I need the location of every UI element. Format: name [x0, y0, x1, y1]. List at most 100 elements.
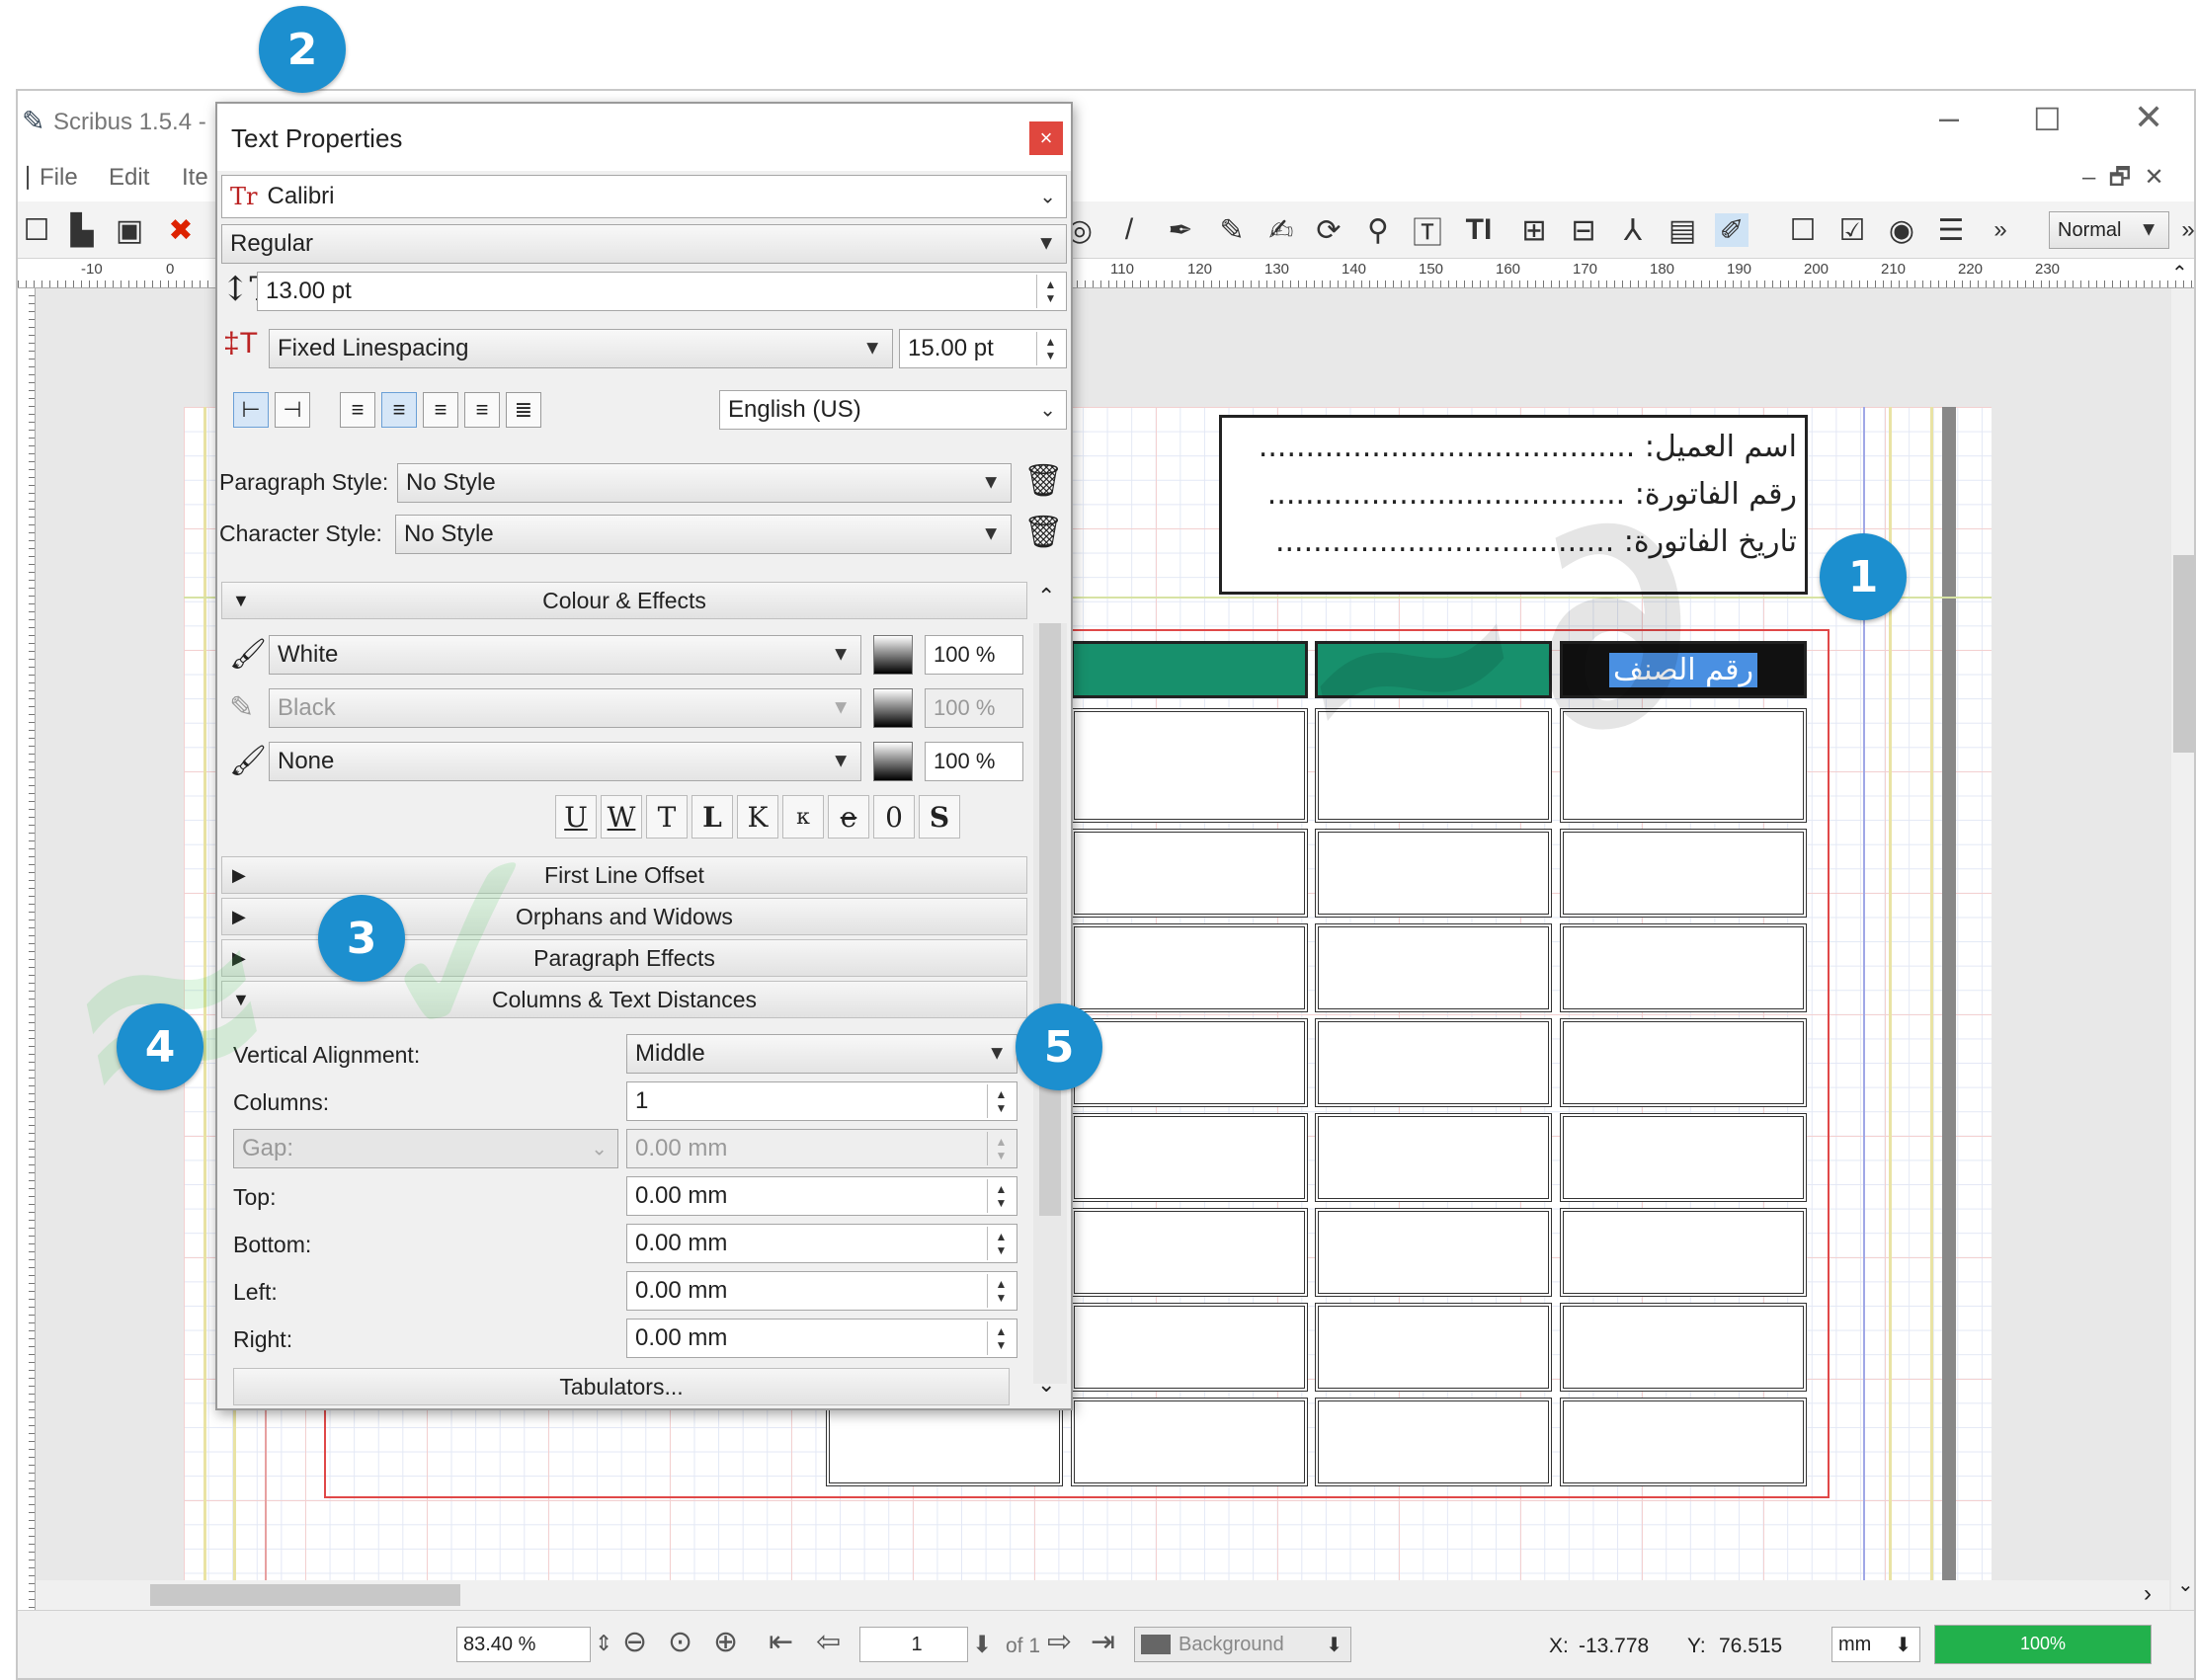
- palette-close-button[interactable]: ×: [1029, 121, 1063, 155]
- edit-contents-icon[interactable]: 🅃: [1411, 213, 1444, 250]
- table-cell[interactable]: [1560, 923, 1807, 1012]
- superscript-icon[interactable]: L: [691, 795, 733, 839]
- trash-icon[interactable]: 🗑: [1023, 461, 1064, 499]
- table-cell[interactable]: [1560, 1208, 1807, 1297]
- table-header-cell[interactable]: [1071, 641, 1308, 698]
- pdf-checkbox-icon[interactable]: ☑: [1835, 213, 1869, 247]
- copy-properties-icon[interactable]: ▤: [1666, 213, 1699, 247]
- customer-info-box[interactable]: اسم العميل: ............................…: [1219, 415, 1808, 595]
- page-dropdown-icon[interactable]: ⬇: [972, 1631, 992, 1659]
- linespacing-value-field[interactable]: 15.00 pt ▲ ▼: [899, 329, 1067, 368]
- fill-shade-field[interactable]: 100 %: [925, 635, 1023, 675]
- tabulators-button[interactable]: Tabulators...: [233, 1368, 1010, 1405]
- table-cell[interactable]: [1315, 1398, 1552, 1486]
- columns-spinner[interactable]: ▲ ▼: [987, 1084, 1015, 1118]
- text-direction-ltr-icon[interactable]: ⊢: [233, 392, 269, 428]
- palette-scroll-thumb[interactable]: [1039, 623, 1061, 1216]
- align-block-icon[interactable]: ≡: [464, 392, 500, 428]
- line-icon[interactable]: /: [1112, 213, 1146, 247]
- mode-select[interactable]: Normal ▼: [2049, 211, 2169, 249]
- text-direction-rtl-icon[interactable]: ⊣: [275, 392, 310, 428]
- scroll-down-icon[interactable]: ⌄: [2177, 1572, 2194, 1597]
- font-family-select[interactable]: Tr Calibri ⌄: [221, 175, 1067, 218]
- table-cell[interactable]: [1071, 923, 1308, 1012]
- menu-file[interactable]: File: [40, 164, 78, 192]
- underline-icon[interactable]: U: [555, 795, 597, 839]
- table-cell[interactable]: [1315, 708, 1552, 823]
- save-icon[interactable]: ▣: [113, 213, 146, 247]
- right-distance-field[interactable]: 0.00 mm ▲ ▼: [626, 1319, 1017, 1358]
- scroll-down-icon[interactable]: ⌄: [1037, 1372, 1055, 1398]
- calligraphic-icon[interactable]: ✍: [1264, 213, 1298, 247]
- align-forced-icon[interactable]: ≣: [506, 392, 541, 428]
- paragraph-style-select[interactable]: No Style ▼: [397, 463, 1012, 503]
- scroll-thumb[interactable]: [2173, 555, 2194, 753]
- edit-text-icon[interactable]: TI: [1462, 213, 1496, 247]
- bezier-icon[interactable]: ✒: [1164, 213, 1197, 247]
- bottom-distance-field[interactable]: 0.00 mm ▲ ▼: [626, 1224, 1017, 1263]
- more-tools-icon[interactable]: »: [1984, 213, 2017, 247]
- table-cell[interactable]: [1315, 1303, 1552, 1392]
- small-caps-icon[interactable]: κ: [782, 795, 824, 839]
- scroll-up-icon[interactable]: ⌃: [1037, 584, 1055, 609]
- mdi-controls[interactable]: – 🗗 ✕: [2082, 160, 2164, 200]
- table-cell[interactable]: [1315, 923, 1552, 1012]
- link-frames-icon[interactable]: ⊞: [1517, 213, 1551, 247]
- table-cell[interactable]: [1071, 1398, 1308, 1486]
- table-cell[interactable]: [1071, 1303, 1308, 1392]
- selected-header-cell[interactable]: رقم الصنف: [1560, 641, 1807, 698]
- section-colour-effects[interactable]: ▼ Colour & Effects: [221, 582, 1027, 619]
- section-first-line-offset[interactable]: ▶ First Line Offset: [221, 856, 1027, 894]
- top-distance-field[interactable]: 0.00 mm ▲ ▼: [626, 1176, 1017, 1216]
- table-cell[interactable]: [1071, 1208, 1308, 1297]
- align-right-icon[interactable]: ≡: [423, 392, 458, 428]
- zoom-in-icon[interactable]: ⊕: [713, 1625, 738, 1659]
- zoom-out-icon[interactable]: ⊖: [622, 1625, 647, 1659]
- bottom-spinner[interactable]: ▲ ▼: [987, 1227, 1015, 1260]
- left-distance-field[interactable]: 0.00 mm ▲ ▼: [626, 1271, 1017, 1311]
- close-doc-icon[interactable]: ✖: [164, 213, 198, 247]
- unit-select[interactable]: mm ⬇: [1831, 1627, 1920, 1662]
- table-cell[interactable]: [1071, 1113, 1308, 1202]
- text-fill-colour-select[interactable]: White ▼: [269, 635, 861, 675]
- shadow-icon[interactable]: S: [919, 795, 960, 839]
- open-icon[interactable]: ▙: [65, 213, 99, 247]
- table-cell[interactable]: [1315, 1208, 1552, 1297]
- zoom-100-icon[interactable]: ⊙: [668, 1625, 692, 1659]
- background-shade-field[interactable]: 100 %: [925, 742, 1023, 781]
- eyedropper-icon[interactable]: ✐: [1715, 213, 1749, 247]
- table-cell[interactable]: [1560, 1398, 1807, 1486]
- menu-edit[interactable]: Edit: [109, 164, 149, 192]
- font-size-field[interactable]: 13.00 pt ▲ ▼: [257, 272, 1067, 311]
- new-document-icon[interactable]: ☐: [20, 213, 53, 247]
- all-caps-icon[interactable]: K: [737, 795, 778, 839]
- font-style-select[interactable]: Regular ▼: [221, 224, 1067, 264]
- font-size-spinner[interactable]: ▲ ▼: [1036, 275, 1064, 308]
- zoom-field[interactable]: 83.40 %: [456, 1627, 591, 1662]
- table-cell[interactable]: [1560, 829, 1807, 918]
- character-style-select[interactable]: No Style ▼: [395, 515, 1012, 554]
- page-field[interactable]: 1: [859, 1627, 968, 1662]
- table-cell[interactable]: [826, 1398, 1063, 1486]
- text-background-colour-select[interactable]: None ▼: [269, 742, 861, 781]
- zoom-spin-icon[interactable]: ⇕: [595, 1631, 612, 1656]
- linespacing-mode-select[interactable]: Fixed Linespacing ▼: [269, 329, 893, 368]
- scroll-up-icon[interactable]: ⌃: [2171, 261, 2188, 285]
- maximize-icon[interactable]: ☐: [2033, 101, 2062, 138]
- align-center-icon[interactable]: ≡: [381, 392, 417, 428]
- align-left-icon[interactable]: ≡: [340, 392, 375, 428]
- last-page-icon[interactable]: ⇥: [1091, 1625, 1115, 1659]
- table-cell[interactable]: [1560, 708, 1807, 823]
- linespacing-spinner[interactable]: ▲ ▼: [1036, 332, 1064, 365]
- table-cell[interactable]: [1315, 1113, 1552, 1202]
- table-cell[interactable]: [1315, 829, 1552, 918]
- close-window-icon[interactable]: ✕: [2134, 97, 2163, 138]
- right-spinner[interactable]: ▲ ▼: [987, 1321, 1015, 1355]
- table-cell[interactable]: [1071, 1018, 1308, 1107]
- table-cell[interactable]: [1560, 1303, 1807, 1392]
- left-spinner[interactable]: ▲ ▼: [987, 1274, 1015, 1308]
- outline-icon[interactable]: 0: [873, 795, 915, 839]
- measure-icon[interactable]: ⅄: [1616, 213, 1650, 247]
- table-cell[interactable]: [1071, 829, 1308, 918]
- minimize-icon[interactable]: –: [1939, 97, 1959, 138]
